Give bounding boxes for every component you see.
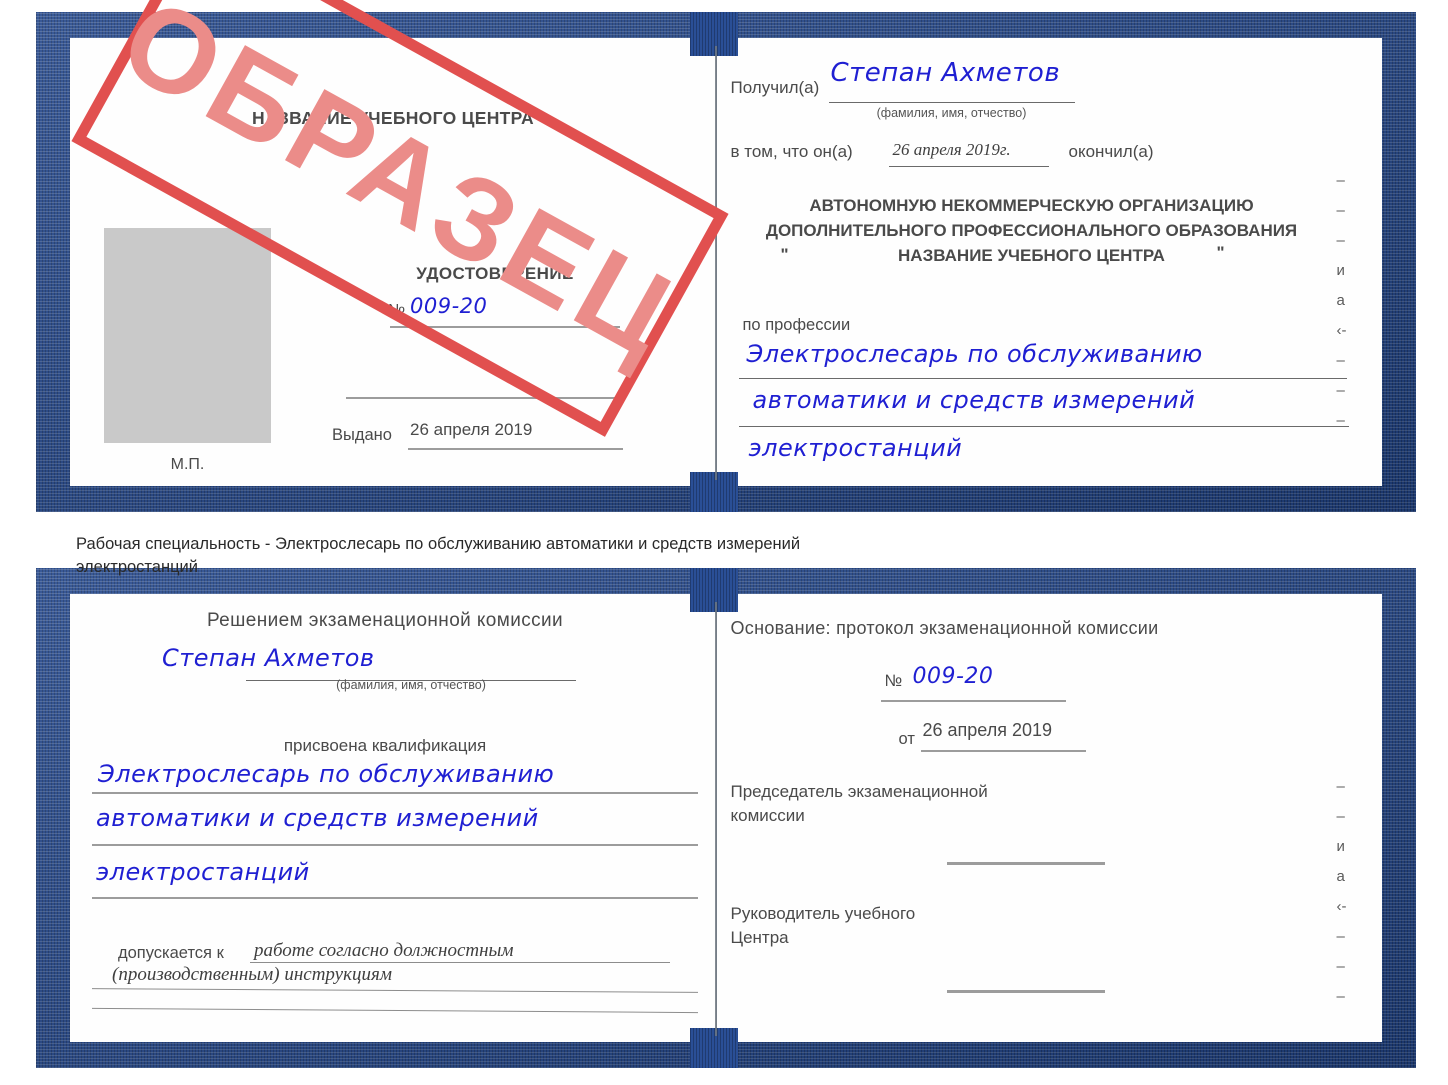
edge-glyph: – (1336, 202, 1345, 219)
edge-glyph: – (1336, 808, 1345, 825)
protocol-date-label: от (898, 730, 915, 748)
profession-line-2: автоматики и средств измерений (752, 386, 1196, 414)
admitted-rule-1 (250, 962, 670, 963)
finish-date-rule (888, 166, 1049, 167)
edge-glyph: – (1336, 232, 1345, 249)
certificate-blank-rule (346, 397, 626, 399)
top-left-header: НАЗВАНИЕ УЧЕБНОГО ЦЕНТРА (252, 108, 534, 128)
qualification-rule-3 (92, 897, 698, 899)
edge-glyph: ‹- (1336, 322, 1347, 339)
certificate-number-label: № (388, 302, 406, 319)
qualification-line-2: автоматики и средств измерений (96, 804, 539, 832)
protocol-number-rule (880, 700, 1066, 702)
edge-glyph: – (1336, 412, 1345, 429)
certificate-bottom-right-page: Основание: протокол экзаменационной коми… (716, 594, 1382, 1042)
issued-value: 26 апреля 2019 (410, 420, 533, 439)
admitted-value-1: работе согласно должностным (254, 940, 514, 961)
that-he-label: в том, что он(а) (730, 142, 853, 161)
org-line-3: НАЗВАНИЕ УЧЕБНОГО ЦЕНТРА (898, 246, 1165, 265)
caption-line-2: электростанций (76, 558, 198, 576)
head-signature-rule (946, 990, 1105, 993)
edge-glyph: и (1336, 262, 1345, 279)
protocol-number-label: № (884, 672, 903, 690)
issued-label: Выдано (332, 426, 392, 444)
org-quote-close: " (1216, 243, 1225, 262)
admitted-value-2: (производственным) инструкциям (112, 964, 392, 985)
qualification-line-1: Электрослесарь по обслуживанию (98, 760, 555, 788)
edge-glyph: – (1336, 778, 1345, 795)
edge-glyph: а (1336, 292, 1345, 309)
certificate-bottom-left-page: Решением экзаменационной комиссии Степан… (70, 594, 717, 1042)
org-line-2: ДОПОЛНИТЕЛЬНОГО ПРОФЕССИОНАЛЬНОГО ОБРАЗО… (765, 221, 1298, 240)
received-value: Степан Ахметов (830, 58, 1061, 88)
chairman-signature-rule (946, 862, 1105, 865)
profession-label: по профессии (742, 316, 851, 334)
qualification-line-3: электростанций (96, 858, 310, 886)
certificate-number-value: 009-20 (410, 294, 488, 318)
qualification-label: присвоена квалификация (283, 736, 487, 755)
head-line-2: Центра (730, 928, 789, 947)
fio-hint-bottom: (фамилия, имя, отчество) (336, 678, 486, 692)
fio-hint-top: (фамилия, имя, отчество) (876, 106, 1027, 120)
finish-date-value: 26 апреля 2019г. (892, 140, 1011, 159)
edge-glyph: а (1336, 868, 1345, 885)
profession-line-1: Электрослесарь по обслуживанию (746, 340, 1203, 368)
certificate-bottom-pages: Решением экзаменационной комиссии Степан… (70, 594, 1382, 1042)
caption-line-1: Рабочая специальность - Электрослесарь п… (76, 535, 801, 553)
edge-glyph: – (1336, 988, 1345, 1005)
head-line-1: Руководитель учебного (730, 904, 916, 923)
bottom-name-value: Степан Ахметов (162, 644, 375, 672)
certificate-top-right-page: Получил(а) Степан Ахметов (фамилия, имя,… (716, 38, 1382, 486)
basis-label: Основание: протокол экзаменационной коми… (730, 618, 1159, 638)
qualification-rule-1 (92, 792, 698, 794)
admitted-rule-3 (92, 1007, 698, 1014)
admitted-label: допускается к (118, 944, 224, 962)
chairman-line-2: комиссии (730, 806, 805, 825)
seal-place-label: М.П. (170, 456, 205, 473)
certificate-bottom-spine-line (715, 602, 717, 1036)
profession-rule-2 (738, 426, 1349, 427)
edge-glyph: ‹- (1336, 898, 1347, 915)
certificate-bottom-spine-tab-lower (690, 1028, 738, 1068)
profession-line-3: электростанций (748, 434, 963, 462)
top-left-title: УДОСТОВЕРЕНИЕ (416, 264, 574, 283)
org-line-1: АВТОНОМНУЮ НЕКОММЕРЧЕСКУЮ ОРГАНИЗАЦИЮ (809, 196, 1254, 215)
certificate-top-left-page: НАЗВАНИЕ УЧЕБНОГО ЦЕНТРА М.П. УДОСТОВЕРЕ… (70, 38, 717, 486)
edge-glyph: – (1336, 928, 1345, 945)
caption-block: Рабочая специальность - Электрослесарь п… (76, 533, 1136, 579)
certificate-top-spine-line (715, 46, 717, 480)
certificate-top-pages: НАЗВАНИЕ УЧЕБНОГО ЦЕНТРА М.П. УДОСТОВЕРЕ… (70, 38, 1382, 486)
decision-header: Решением экзаменационной комиссии (206, 610, 564, 631)
certificate-number-rule (390, 326, 620, 328)
edge-glyph: – (1336, 172, 1345, 189)
admitted-rule-2 (92, 988, 698, 993)
profession-rule-1 (738, 378, 1347, 379)
certificate-top-spine-tab-lower (690, 472, 738, 512)
photo-placeholder (104, 228, 271, 443)
certificate-top-spine-tab-upper (690, 12, 738, 56)
top-right-edge-glyph-column: – – – и а ‹- – – – (1337, 166, 1347, 436)
edge-glyph: – (1336, 382, 1345, 399)
edge-glyph: – (1336, 352, 1345, 369)
protocol-date-rule (920, 750, 1086, 752)
bottom-right-edge-glyph-column: – – и а ‹- – – – (1337, 772, 1347, 1012)
edge-glyph: и (1336, 838, 1345, 855)
received-label: Получил(а) (730, 78, 820, 97)
protocol-number-value: 009-20 (912, 664, 994, 689)
edge-glyph: – (1336, 958, 1345, 975)
protocol-date-value: 26 апреля 2019 (922, 720, 1053, 740)
qualification-rule-2 (92, 844, 698, 846)
chairman-line-1: Председатель экзаменационной (730, 782, 988, 801)
finished-label: окончил(а) (1068, 142, 1154, 161)
received-rule (828, 102, 1075, 103)
issued-rule (408, 448, 623, 450)
